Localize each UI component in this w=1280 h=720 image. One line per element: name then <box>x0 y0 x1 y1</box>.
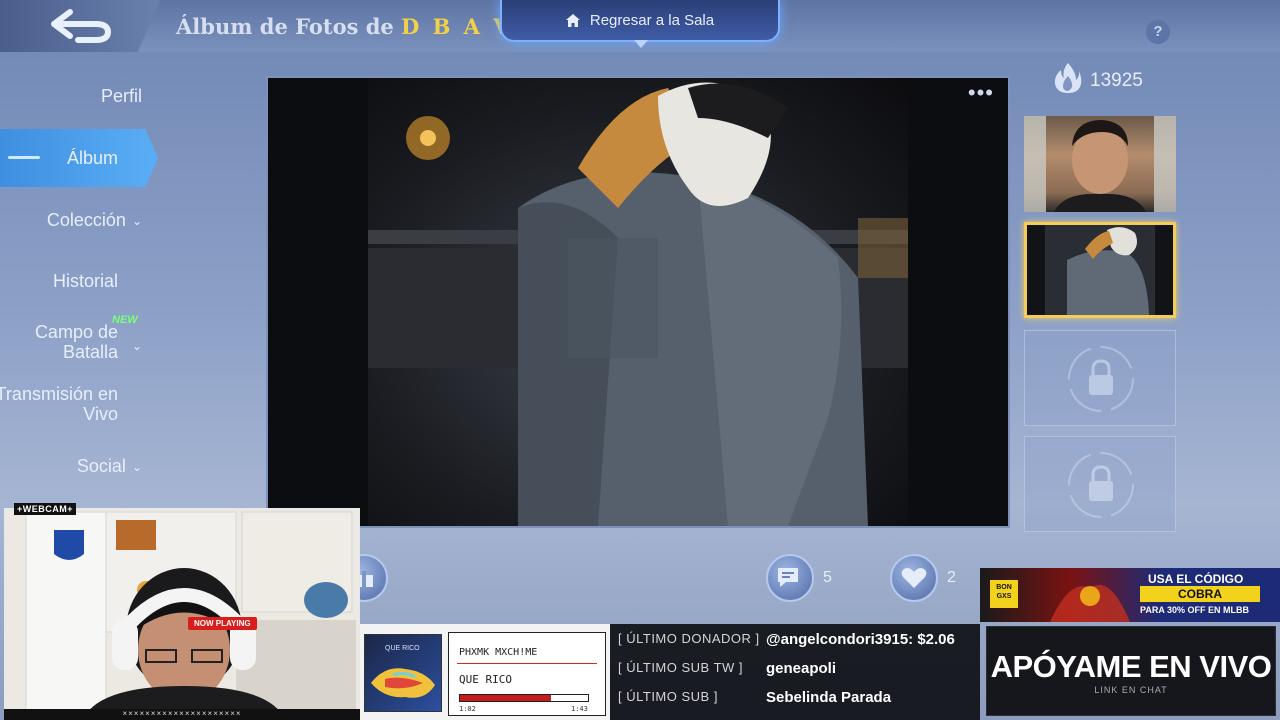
photo-welder-illustration <box>368 82 908 526</box>
help-button[interactable]: ? <box>1146 20 1170 44</box>
more-options-button[interactable]: ••• <box>968 80 994 106</box>
song-title: QUE RICO <box>459 673 512 686</box>
sidebar-item-label: Historial <box>52 271 118 291</box>
thumbnail-portrait <box>1024 116 1176 212</box>
stat-value: @angelcondori3915: $2.06 <box>766 631 955 648</box>
song-time-current: 1:02 <box>459 705 476 713</box>
stat-value: Sebelinda Parada <box>766 689 892 706</box>
sidebar-item-transmision-en-vivo[interactable]: Transmisión en Vivo <box>0 384 118 424</box>
thumbnail-welder <box>1045 225 1155 315</box>
locked-photo-slot-2[interactable] <box>1024 436 1176 532</box>
chevron-down-icon <box>634 40 648 48</box>
album-art: QUE RICO <box>364 634 442 712</box>
stat-label: [ ÚLTIMO DONADOR ] <box>618 631 760 646</box>
stream-stats-panel: [ ÚLTIMO DONADOR ] @angelcondori3915: $2… <box>610 624 980 720</box>
sidebar-item-historial[interactable]: Historial <box>53 271 118 291</box>
sidebar-item-label: Social <box>76 456 126 476</box>
now-playing-card: PHXMK MXCH!ME QUE RICO 1:02 1:43 <box>448 632 606 716</box>
webcam-feed <box>4 508 360 716</box>
sponsor-logo: BON GXS <box>990 580 1018 608</box>
webcam-label: +WEBCAM+ <box>14 503 77 515</box>
likes-count: 2 <box>947 569 956 586</box>
support-title: APÓYAME EN VIVO <box>990 649 1272 684</box>
sidebar-item-label: Álbum <box>66 148 118 168</box>
new-badge: NEW <box>112 314 138 326</box>
back-arrow-icon <box>51 9 111 43</box>
promo-line-1: USA EL CÓDIGO <box>1148 572 1244 586</box>
album-art-title: QUE RICO <box>385 645 420 652</box>
now-playing-badge: NOW PLAYING <box>188 617 257 630</box>
sidebar-item-album[interactable]: Álbum <box>67 148 118 168</box>
like-button[interactable] <box>890 554 938 602</box>
song-time-total: 1:43 <box>571 705 588 713</box>
stat-value: geneapoli <box>766 660 837 677</box>
chevron-down-icon: ⌄ <box>131 460 142 475</box>
sidebar-item-label: Campo de Batalla <box>34 322 118 362</box>
sidebar: Perfil Álbum Colección ⌄ Historial Campo … <box>0 60 170 510</box>
home-icon <box>565 13 580 27</box>
sidebar-item-label: Perfil <box>100 86 142 106</box>
song-progress-bar <box>459 694 589 702</box>
top-bar: Álbum de Fotos de D B A V.... 2 Regresar… <box>0 0 1280 52</box>
comments-button[interactable] <box>766 554 814 602</box>
locked-photo-slot-1[interactable] <box>1024 330 1176 426</box>
popularity-count: 13925 <box>1090 70 1143 91</box>
heart-icon <box>901 568 927 588</box>
comments-count: 5 <box>823 569 832 586</box>
stat-label: [ ÚLTIMO SUB ] <box>618 689 718 704</box>
support-subtitle: LINK EN CHAT <box>1094 685 1168 695</box>
photo-thumbnail-2[interactable] <box>1024 222 1176 318</box>
webcam-scene <box>6 510 358 714</box>
now-playing-widget: QUE RICO PHXMK MXCH!ME QUE RICO 1:02 1:4… <box>360 624 610 720</box>
promo-line-3: PARA 30% OFF EN MLBB <box>1140 605 1250 615</box>
promo-banner: BON GXS USA EL CÓDIGO COBRA PARA 30% OFF… <box>980 568 1280 622</box>
lock-icon <box>1068 346 1134 412</box>
sidebar-item-campo-de-batalla[interactable]: Campo de Batalla <box>18 322 118 362</box>
sidebar-item-social[interactable]: Social ⌄ <box>77 456 142 477</box>
comment-icon <box>778 568 798 587</box>
song-artist: PHXMK MXCH!ME <box>459 647 538 658</box>
promo-artwork <box>1050 584 1130 622</box>
photo-viewer: ••• <box>266 76 1010 528</box>
chevron-down-icon: ⌄ <box>131 339 142 353</box>
photo-thumbnail-1[interactable] <box>1024 116 1176 212</box>
back-button[interactable] <box>0 0 160 52</box>
sidebar-item-label: Transmisión en Vivo <box>0 384 118 424</box>
webcam-strip: ××××××××××××××××××××× <box>4 709 360 720</box>
fire-icon <box>1054 63 1082 93</box>
album-photo[interactable] <box>368 78 908 526</box>
stat-label: [ ÚLTIMO SUB TW ] <box>618 660 744 675</box>
sidebar-item-perfil[interactable]: Perfil <box>101 86 142 106</box>
promo-code: COBRA <box>1140 586 1260 602</box>
chevron-down-icon: ⌄ <box>131 214 142 229</box>
album-title-prefix: Álbum de Fotos de <box>176 14 402 39</box>
return-to-hall-button[interactable]: Regresar a la Sala <box>500 0 780 48</box>
support-banner: APÓYAME EN VIVO LINK EN CHAT <box>986 626 1276 716</box>
lock-icon <box>1068 452 1134 518</box>
return-to-hall-label: Regresar a la Sala <box>589 11 715 29</box>
sidebar-item-label: Colección <box>46 210 126 230</box>
sidebar-item-coleccion[interactable]: Colección ⌄ <box>47 210 142 231</box>
